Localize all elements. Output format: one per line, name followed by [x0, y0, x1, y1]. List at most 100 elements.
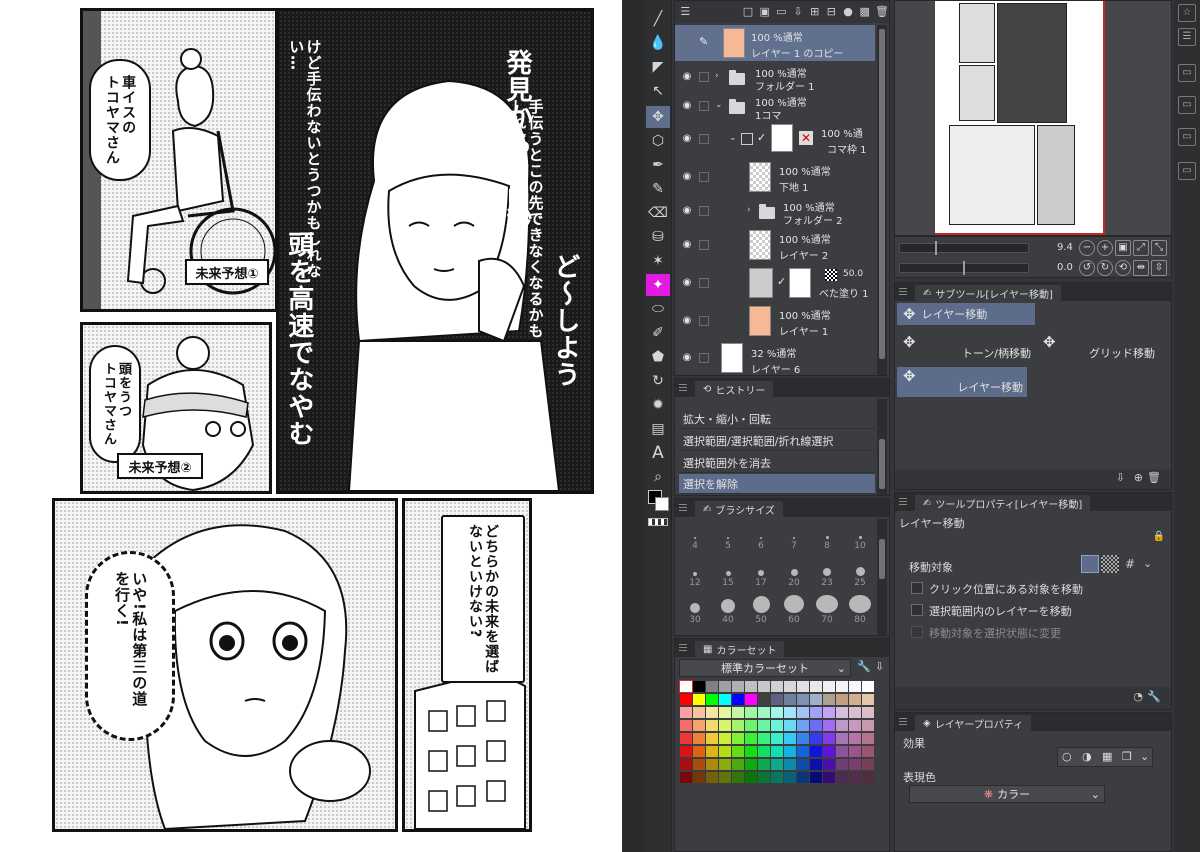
color-swatch[interactable] [797, 746, 809, 757]
color-swatch[interactable] [836, 759, 848, 770]
visibility-eye-icon[interactable]: ◉ [680, 240, 694, 250]
color-swatch[interactable] [797, 707, 809, 718]
color-swatch[interactable] [797, 720, 809, 731]
color-swatch[interactable] [862, 772, 874, 783]
clip-layer-icon[interactable]: ⊟ [825, 5, 838, 19]
layer-row[interactable]: ◉ 100 %通常 下地 1 [675, 159, 875, 195]
color-swatch[interactable] [745, 694, 757, 705]
history-tab[interactable]: ⟲ ヒストリー [695, 381, 774, 397]
color-swatch[interactable] [836, 720, 848, 731]
brush-size-cell[interactable]: 8 [811, 521, 843, 552]
history-item[interactable]: 選択範囲/選択範囲/折れ線選択 [679, 431, 875, 451]
color-swatch[interactable] [706, 681, 718, 692]
color-swatch[interactable] [706, 720, 718, 731]
blend-tool-icon[interactable]: ⬭ [646, 298, 670, 320]
color-swatch[interactable] [706, 746, 718, 757]
chevron-right-icon[interactable]: › [715, 71, 719, 81]
color-swatch[interactable] [693, 746, 705, 757]
color-swatch[interactable] [693, 733, 705, 744]
lock-toggle[interactable] [699, 206, 709, 216]
text-tool-icon[interactable]: A [646, 442, 670, 464]
color-swatch[interactable] [862, 707, 874, 718]
brush-size-cell[interactable]: 23 [811, 558, 843, 589]
color-swatch[interactable] [719, 720, 731, 731]
panel-grip-icon[interactable] [899, 288, 907, 295]
color-swatch[interactable] [732, 694, 744, 705]
color-swatch[interactable] [719, 746, 731, 757]
color-swatch[interactable] [784, 720, 796, 731]
color-swatch[interactable] [810, 707, 822, 718]
lock-toggle[interactable] [699, 278, 709, 288]
color-swatch[interactable] [758, 733, 770, 744]
color-swatch[interactable] [849, 681, 861, 692]
3d-box-icon[interactable]: ⬡ [646, 130, 670, 152]
visibility-eye-icon[interactable]: ◉ [680, 353, 694, 363]
burst-tool-icon[interactable]: ✹ [646, 394, 670, 416]
brush-size-cell[interactable]: 12 [679, 558, 711, 589]
color-swatch[interactable] [784, 681, 796, 692]
layer-color-icon[interactable]: ❐ [1122, 750, 1132, 763]
color-swatch[interactable] [693, 772, 705, 783]
color-swatch[interactable] [771, 707, 783, 718]
lock-toggle[interactable] [681, 38, 691, 48]
panel-toggle-icon[interactable]: ▭ [1178, 64, 1196, 82]
chevron-down-icon[interactable]: ⌄ [715, 100, 723, 110]
color-swatch[interactable] [732, 772, 744, 783]
brush-size-cell[interactable]: 15 [712, 558, 744, 589]
panel-grip-icon[interactable] [679, 384, 687, 391]
layer-row[interactable]: ◉ 100 %通常 レイヤー 2 [675, 227, 875, 263]
history-scrollbar[interactable] [877, 399, 887, 495]
brush-size-cell[interactable]: 25 [844, 558, 876, 589]
lock-toggle[interactable] [699, 72, 709, 82]
color-swatch[interactable] [784, 733, 796, 744]
panel-grip-icon[interactable] [899, 498, 907, 505]
brush-size-cell[interactable]: 20 [778, 558, 810, 589]
brush-size-cell[interactable]: 30 [679, 595, 711, 626]
eraser-tool-icon[interactable]: ⌫ [646, 202, 670, 224]
color-swatch[interactable] [849, 707, 861, 718]
scroll-thumb[interactable] [879, 29, 885, 359]
color-swatch[interactable] [719, 707, 731, 718]
lock-toggle[interactable] [699, 240, 709, 250]
color-swatch[interactable] [862, 694, 874, 705]
transfer-down-icon[interactable]: ⇩ [792, 5, 805, 19]
lock-toggle[interactable] [699, 172, 709, 182]
color-swatch[interactable] [836, 746, 848, 757]
mask-icon[interactable]: ● [842, 5, 855, 19]
brush-size-cell[interactable]: 50 [745, 595, 777, 626]
color-swatch[interactable] [693, 694, 705, 705]
color-swatch[interactable] [745, 746, 757, 757]
brush-size-cell[interactable]: 17 [745, 558, 777, 589]
color-swatch[interactable] [706, 694, 718, 705]
flip-vertical-icon[interactable]: ⇳ [1151, 260, 1167, 276]
subtool-layer-move[interactable]: ✥ レイヤー移動 [897, 303, 1035, 325]
copy-subtool-icon[interactable]: ⊕ [1134, 471, 1143, 484]
color-swatch[interactable] [732, 759, 744, 770]
panel-toggle-icon[interactable]: ▭ [1178, 162, 1196, 180]
reset-rotate-icon[interactable]: ⟲ [1115, 260, 1131, 276]
color-swatch[interactable] [771, 720, 783, 731]
add-subtool-icon[interactable]: ⇩ [1116, 471, 1125, 484]
layer-settings-icon[interactable]: ☰ [679, 5, 692, 19]
apply-mask-icon[interactable]: ▩ [858, 5, 871, 19]
color-swatch[interactable] [810, 681, 822, 692]
color-swatch[interactable] [797, 733, 809, 744]
line-tool-icon[interactable]: ╱ [646, 8, 670, 30]
color-swatch[interactable] [732, 681, 744, 692]
delete-subtool-icon[interactable]: 🗑 [1147, 471, 1161, 484]
subtool-tone-move[interactable]: ✥ トーン/柄移動 [897, 333, 1035, 363]
color-swatch[interactable] [849, 694, 861, 705]
color-swatch[interactable] [836, 707, 848, 718]
ruler-tool-icon[interactable]: ▤ [646, 418, 670, 440]
color-tool-icon[interactable]: ✦ [646, 274, 670, 296]
color-swatch[interactable] [862, 759, 874, 770]
color-swatch[interactable] [732, 707, 744, 718]
panel-toggle-icon[interactable]: ▭ [1178, 128, 1196, 146]
chevron-down-icon[interactable]: ⌄ [1140, 750, 1149, 763]
brush-size-cell[interactable]: 60 [778, 595, 810, 626]
subtool-grid-move[interactable]: ✥ グリッド移動 [1037, 333, 1159, 363]
color-swatch[interactable] [862, 733, 874, 744]
chevron-down-icon[interactable]: ⌄ [1143, 557, 1152, 570]
color-swatch[interactable] [706, 733, 718, 744]
color-swatch[interactable] [810, 772, 822, 783]
